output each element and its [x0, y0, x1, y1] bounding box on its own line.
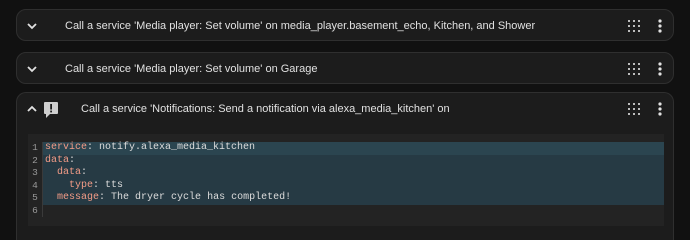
action-row-header[interactable]: Call a service 'Media player: Set volume… — [17, 10, 673, 42]
drag-handle-icon[interactable] — [627, 101, 641, 117]
yaml-key: type — [69, 179, 94, 191]
code-line[interactable]: type: tts — [43, 179, 664, 192]
line-number: 4 — [32, 179, 38, 191]
yaml-value: notify.alexa_media_kitchen — [99, 142, 256, 153]
more-options-icon[interactable] — [655, 18, 665, 34]
line-number: 2 — [32, 154, 38, 166]
action-row-header[interactable]: Call a service 'Notifications: Send a no… — [17, 93, 673, 127]
yaml-value: The dryer cycle has completed! — [111, 192, 292, 203]
yaml-value: tts — [105, 179, 124, 191]
code-line[interactable]: message: The dryer cycle has completed! — [43, 192, 664, 205]
chevron-up-icon[interactable] — [25, 102, 39, 116]
action-row-2[interactable]: Call a service 'Media player: Set volume… — [16, 52, 674, 84]
alert-icon — [44, 102, 58, 118]
line-number: 5 — [32, 192, 38, 203]
code-line[interactable] — [43, 205, 664, 218]
drag-handle-icon[interactable] — [627, 18, 641, 34]
more-options-icon[interactable] — [655, 101, 665, 117]
action-row-header[interactable]: Call a service 'Media player: Set volume… — [17, 53, 673, 85]
drag-handle-icon[interactable] — [627, 61, 641, 77]
yaml-key: data — [57, 167, 82, 178]
code-line[interactable]: data: — [43, 154, 664, 167]
chevron-down-icon[interactable] — [25, 19, 39, 33]
yaml-key: data — [45, 154, 70, 166]
action-title: Call a service 'Notifications: Send a no… — [81, 103, 450, 115]
action-title: Call a service 'Media player: Set volume… — [65, 63, 318, 75]
yaml-key: service — [45, 142, 88, 153]
line-number: 1 — [32, 142, 38, 153]
yaml-code-editor[interactable]: 1 2 3 4 5 6 service: notify.alexa_media_… — [28, 134, 664, 226]
action-row-1[interactable]: Call a service 'Media player: Set volume… — [16, 9, 674, 41]
code-line[interactable]: data: — [43, 167, 664, 180]
yaml-key: message — [57, 192, 100, 203]
more-options-icon[interactable] — [655, 61, 665, 77]
line-number: 3 — [32, 167, 38, 178]
chevron-down-icon[interactable] — [25, 62, 39, 76]
action-title: Call a service 'Media player: Set volume… — [65, 20, 536, 32]
line-number: 6 — [32, 204, 38, 216]
code-lines[interactable]: service: notify.alexa_media_kitchen data… — [43, 142, 664, 217]
code-line[interactable]: service: notify.alexa_media_kitchen — [43, 142, 664, 155]
line-number-gutter: 1 2 3 4 5 6 — [28, 142, 43, 217]
